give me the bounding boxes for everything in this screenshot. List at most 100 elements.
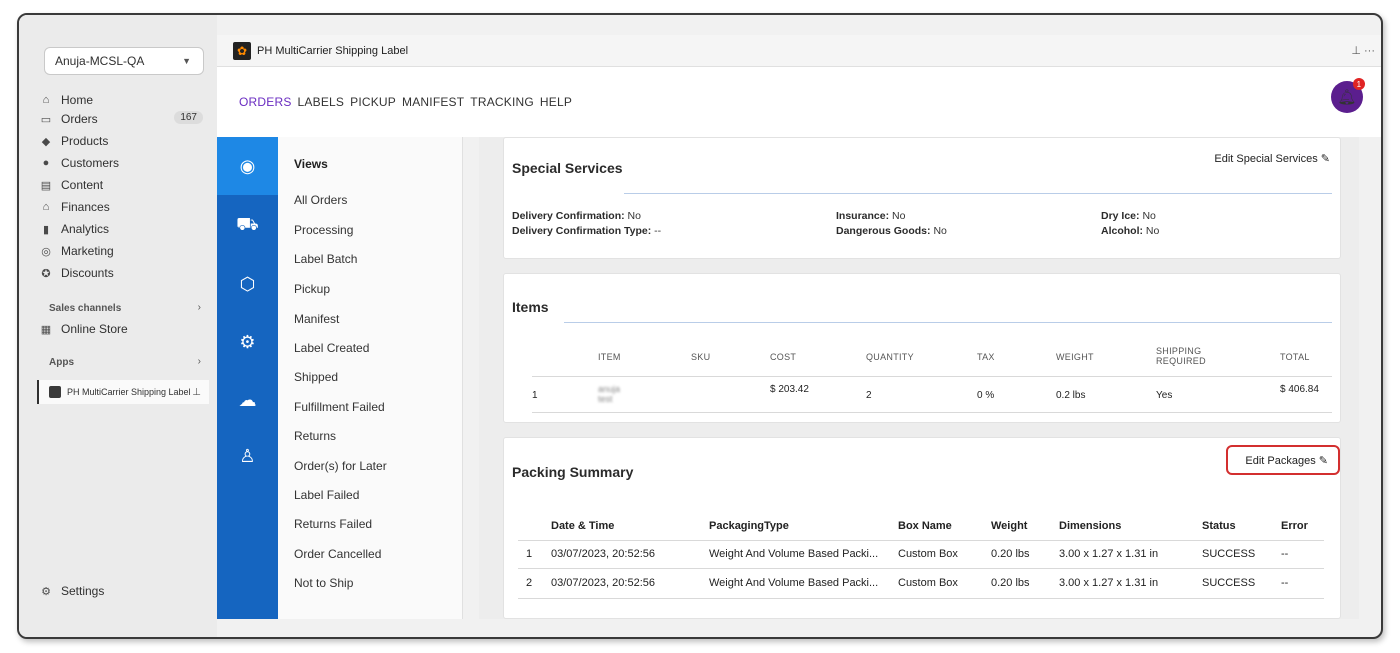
field-value: No bbox=[1142, 210, 1156, 222]
tab-pickup[interactable]: PICKUP bbox=[350, 95, 396, 109]
view-item-shipped[interactable]: Shipped bbox=[294, 370, 338, 384]
sidebar-item-label: Online Store bbox=[61, 322, 128, 336]
tab-help[interactable]: HELP bbox=[540, 95, 572, 109]
sidebar-item-label: Products bbox=[61, 134, 109, 148]
sidebar-item-label: PH MultiCarrier Shipping Label bbox=[67, 387, 191, 397]
store-selector[interactable]: Anuja-MCSL-QA ▼ bbox=[44, 47, 204, 75]
sidebar-item-ph-multicarrier[interactable]: PH MultiCarrier Shipping Label ⊥ bbox=[37, 380, 209, 404]
views-panel: Views All Orders Processing Label Batch … bbox=[278, 137, 463, 619]
view-item-all-orders[interactable]: All Orders bbox=[294, 193, 347, 207]
chevron-down-icon: ▼ bbox=[182, 56, 191, 66]
rail-settings-button[interactable]: ⚙ bbox=[217, 313, 278, 371]
sidebar-item-products[interactable]: ◆ Products bbox=[39, 131, 205, 151]
package-weight: 0.20 lbs bbox=[991, 577, 1030, 589]
view-item-manifest[interactable]: Manifest bbox=[294, 312, 339, 326]
package-dimensions: 3.00 x 1.27 x 1.31 in bbox=[1059, 548, 1159, 560]
edit-icon: ✎ bbox=[1320, 153, 1330, 165]
rail-package-button[interactable]: ⬡ bbox=[217, 255, 278, 313]
sidebar-item-home[interactable]: ⌂ Home bbox=[39, 90, 205, 110]
view-item-not-to-ship[interactable]: Not to Ship bbox=[294, 576, 353, 590]
col-status: Status bbox=[1202, 520, 1236, 532]
order-detail-main: Special Services Edit Special Services ✎… bbox=[479, 137, 1359, 619]
sidebar-item-orders[interactable]: ▭ Orders 167 bbox=[39, 109, 205, 129]
sidebar-item-label: Orders bbox=[61, 112, 98, 126]
section-label: Apps bbox=[49, 357, 74, 368]
divider bbox=[518, 540, 1324, 541]
view-item-orders-for-later[interactable]: Order(s) for Later bbox=[294, 459, 387, 473]
item-name[interactable]: anuja test bbox=[598, 384, 628, 404]
sidebar-item-content[interactable]: ▤ Content bbox=[39, 175, 205, 195]
rail-account-button[interactable]: ♙ bbox=[217, 427, 278, 485]
notification-count-badge: 1 bbox=[1353, 78, 1365, 90]
rail-views-button[interactable]: ◉ bbox=[217, 137, 278, 195]
delivery-confirmation-field: Delivery Confirmation: No bbox=[512, 210, 641, 222]
view-item-returns[interactable]: Returns bbox=[294, 429, 336, 443]
package-type: Weight And Volume Based Packi... bbox=[709, 577, 879, 589]
field-label: Delivery Confirmation Type: bbox=[512, 225, 652, 237]
view-item-fulfillment-failed[interactable]: Fulfillment Failed bbox=[294, 400, 385, 414]
tab-manifest[interactable]: MANIFEST bbox=[402, 95, 464, 109]
view-item-order-cancelled[interactable]: Order Cancelled bbox=[294, 547, 381, 561]
view-item-returns-failed[interactable]: Returns Failed bbox=[294, 517, 372, 531]
rail-upload-button[interactable]: ☁ bbox=[217, 371, 278, 429]
special-services-title: Special Services bbox=[512, 160, 623, 176]
insurance-field: Insurance: No bbox=[836, 210, 905, 222]
store-name: Anuja-MCSL-QA bbox=[55, 54, 145, 68]
items-card: Items ITEM SKU COST QUANTITY TAX WEIGHT … bbox=[503, 273, 1341, 423]
view-item-pickup[interactable]: Pickup bbox=[294, 282, 330, 296]
app-title-bar: ✿ PH MultiCarrier Shipping Label ⊥ ··· bbox=[217, 35, 1381, 67]
field-value: -- bbox=[654, 225, 662, 237]
field-label: Dry Ice: bbox=[1101, 210, 1140, 222]
chevron-right-icon: › bbox=[197, 356, 201, 367]
sidebar-item-settings[interactable]: ⚙ Settings bbox=[39, 581, 205, 601]
package-error: -- bbox=[1281, 577, 1289, 589]
items-title: Items bbox=[512, 299, 549, 315]
field-label: Dangerous Goods: bbox=[836, 225, 931, 237]
icon-rail: ◉ ⛟ ⬡ ⚙ ☁ ♙ bbox=[217, 137, 278, 619]
sidebar-item-finances[interactable]: ⌂ Finances bbox=[39, 197, 205, 217]
view-item-processing[interactable]: Processing bbox=[294, 223, 353, 237]
sidebar-item-discounts[interactable]: ✪ Discounts bbox=[39, 263, 205, 283]
col-tax: TAX bbox=[977, 352, 995, 362]
package-status: SUCCESS bbox=[1202, 577, 1256, 589]
rail-shipping-button[interactable]: ⛟ bbox=[217, 197, 278, 255]
sidebar-item-customers[interactable]: ● Customers bbox=[39, 153, 205, 173]
edit-label: Edit Special Services bbox=[1214, 153, 1318, 165]
field-value: No bbox=[1145, 225, 1160, 237]
package-status: SUCCESS bbox=[1202, 548, 1256, 560]
divider bbox=[532, 376, 1332, 377]
field-value: No bbox=[892, 210, 906, 222]
notification-bell-button[interactable]: 🔔︎ 1 bbox=[1331, 78, 1365, 113]
edit-special-services-button[interactable]: Edit Special Services ✎ bbox=[1214, 152, 1330, 165]
eye-icon: ◉ bbox=[239, 155, 256, 176]
dangerous-goods-field: Dangerous Goods: No bbox=[836, 225, 947, 237]
view-item-label-failed[interactable]: Label Failed bbox=[294, 488, 359, 502]
customers-icon: ● bbox=[42, 157, 50, 169]
col-dimensions: Dimensions bbox=[1059, 520, 1122, 532]
tab-labels[interactable]: LABELS bbox=[298, 95, 345, 109]
col-quantity: QUANTITY bbox=[866, 352, 914, 362]
edit-packages-button[interactable]: Edit Packages ✎ bbox=[1245, 454, 1328, 467]
view-item-label-batch[interactable]: Label Batch bbox=[294, 252, 357, 266]
more-label: ··· bbox=[1364, 45, 1375, 57]
col-sku: SKU bbox=[691, 352, 711, 362]
item-shipping-required: Yes bbox=[1156, 390, 1173, 401]
sidebar-item-label: Analytics bbox=[61, 222, 110, 236]
package-box: Custom Box bbox=[898, 548, 958, 560]
pin-icon[interactable]: ⊥ bbox=[192, 387, 201, 398]
field-value: No bbox=[627, 210, 641, 222]
sidebar-item-online-store[interactable]: ▦ Online Store bbox=[39, 319, 205, 339]
sales-channels-header[interactable]: Sales channels › bbox=[49, 302, 201, 314]
tab-tracking[interactable]: TRACKING bbox=[470, 95, 534, 109]
edit-label: Edit Packages bbox=[1245, 455, 1316, 467]
sidebar-item-label: Customers bbox=[61, 156, 120, 170]
sidebar-item-analytics[interactable]: ▮ Analytics bbox=[39, 219, 205, 239]
view-item-label-created[interactable]: Label Created bbox=[294, 341, 369, 355]
sidebar-item-marketing[interactable]: ◎ Marketing bbox=[39, 241, 205, 261]
bell-icon: 🔔︎ bbox=[1337, 89, 1357, 106]
more-options-icon[interactable]: ⊥ ··· bbox=[1351, 44, 1375, 57]
col-box-name: Box Name bbox=[898, 520, 952, 532]
apps-header[interactable]: Apps › bbox=[49, 356, 201, 368]
tab-orders[interactable]: ORDERS bbox=[239, 95, 292, 109]
section-label: Sales channels bbox=[49, 303, 122, 314]
